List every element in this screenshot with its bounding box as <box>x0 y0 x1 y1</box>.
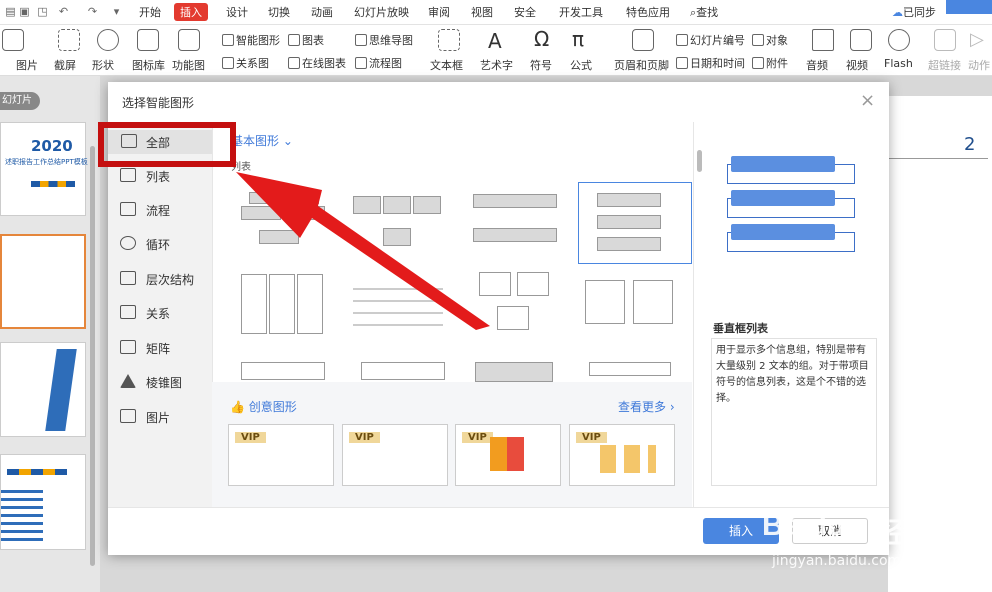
red-arrow <box>236 172 490 330</box>
watermark-brand: Baidu <box>762 509 846 542</box>
watermark-brand-cn: 经验 <box>878 516 935 549</box>
watermark: Baidu 经验 jingyan.baidu.com <box>738 505 992 575</box>
watermark-url: jingyan.baidu.com <box>772 553 902 569</box>
